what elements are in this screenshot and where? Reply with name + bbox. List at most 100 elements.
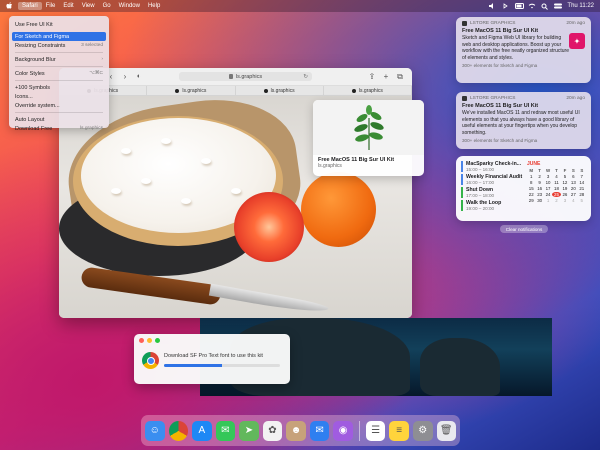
calendar-day[interactable]: 7 [578, 174, 586, 179]
photos-icon[interactable]: ✿ [262, 420, 283, 441]
calendar-grid: M T W T F S S 1 2 3 4 5 6 7 8 9 10 11 12 13 14 15 16 17 18 19 20 21… [527, 168, 586, 203]
calendar-day[interactable]: 1 [544, 198, 552, 203]
wifi-icon[interactable] [528, 3, 536, 9]
calendar-day[interactable]: 2 [552, 198, 560, 203]
menu-item-resizing-constraints[interactable]: Resizing Constraints 3 selected [12, 41, 106, 50]
calendar-day[interactable]: 18 [552, 186, 560, 191]
calendar-event[interactable]: Shut Down 17:00 – 18:00 [461, 187, 523, 198]
menu-item-symbols[interactable]: +100 Symbols [12, 83, 106, 92]
weekday-header: T [538, 168, 541, 173]
calendar-day[interactable]: 28 [578, 192, 586, 197]
calendar-day[interactable]: 5 [561, 174, 569, 179]
forward-button[interactable]: › [121, 72, 129, 81]
menu-edit[interactable]: Edit [59, 2, 77, 10]
calendar-day[interactable]: 11 [552, 180, 560, 185]
calendar-day-today[interactable]: 25 [552, 192, 561, 197]
new-tab-button[interactable]: + [382, 72, 390, 81]
zoom-button[interactable] [155, 338, 160, 343]
mail-icon[interactable]: ✉ [309, 420, 330, 441]
calendar-day[interactable]: 8 [527, 180, 535, 185]
menu-item-auto-layout[interactable]: Auto Layout [12, 115, 106, 124]
calendar-day[interactable]: 4 [569, 198, 577, 203]
calendar-day[interactable]: 30 [535, 198, 543, 203]
menu-window[interactable]: Window [115, 2, 144, 10]
calendar-day[interactable]: 5 [578, 198, 586, 203]
menu-file[interactable]: File [42, 2, 60, 10]
share-icon[interactable]: ⇪ [368, 72, 376, 81]
calendar-day[interactable]: 4 [552, 174, 560, 179]
calendar-day[interactable]: 24 [544, 192, 552, 197]
tab-4[interactable]: ls.graphics [324, 86, 412, 95]
calendar-day[interactable]: 12 [561, 180, 569, 185]
calendar-day[interactable]: 10 [544, 180, 552, 185]
calendar-event[interactable]: Weekly Financial Audit 16:00 – 17:00 [461, 174, 523, 185]
notification-2[interactable]: LSTORE GRAPHICS 20m ago Free MacOS 11 Bi… [456, 92, 591, 149]
search-icon[interactable] [541, 3, 549, 10]
menu-item-background-blur[interactable]: Background Blur › [12, 55, 106, 64]
calendar-day[interactable]: 17 [544, 186, 552, 191]
calendar-day[interactable]: 21 [578, 186, 586, 191]
menu-view[interactable]: View [78, 2, 99, 10]
calendar-day[interactable]: 20 [569, 186, 577, 191]
download-message: Download SF Pro Text font to use this ki… [164, 353, 263, 359]
chrome-icon[interactable] [168, 420, 189, 441]
calendar-day[interactable]: 29 [527, 198, 535, 203]
messages-icon[interactable]: ✉ [215, 420, 236, 441]
menu-item-color-styles[interactable]: Color Styles ⌥⌘C [12, 69, 106, 78]
clear-notifications-button[interactable]: Clear notifications [500, 225, 548, 233]
calendar-day[interactable]: 26 [561, 192, 569, 197]
minimize-button[interactable] [147, 338, 152, 343]
notification-1[interactable]: LSTORE GRAPHICS 20m ago Free MacOS 11 Bi… [456, 17, 591, 83]
link-preview-card[interactable]: Free MacOS 11 Big Sur UI Kit ls.graphics [313, 100, 424, 176]
shield-icon[interactable]: ◐ [135, 73, 143, 80]
menu-item-shortcut: ⌥⌘C [89, 71, 103, 76]
reminders-icon[interactable]: ☰ [365, 420, 386, 441]
battery-icon[interactable] [515, 3, 525, 9]
trash-icon[interactable]: 🗑 [436, 420, 457, 441]
maps-icon[interactable]: ➤ [239, 420, 259, 441]
menu-item-icons[interactable]: Icons... [12, 92, 106, 101]
calendar-day[interactable]: 6 [569, 174, 577, 179]
volume-icon[interactable] [489, 3, 496, 9]
calendar-day[interactable]: 2 [535, 174, 543, 179]
calendar-day[interactable]: 3 [561, 198, 569, 203]
calendar-event[interactable]: Walk the Loop 19:00 – 20:00 [461, 200, 523, 211]
app-store-icon[interactable]: A [192, 420, 212, 441]
menu-safari[interactable]: Safari [18, 2, 42, 10]
calendar-day[interactable]: 27 [569, 192, 577, 197]
calendar-day[interactable]: 1 [527, 174, 535, 179]
tab-2[interactable]: ls.graphics [147, 86, 236, 95]
calendar-event[interactable]: MacSparky Check-in... 15:00 – 16:00 [461, 161, 523, 172]
system-preferences-icon[interactable]: ⚙ [412, 420, 433, 441]
calendar-widget[interactable]: MacSparky Check-in... 15:00 – 16:00 Week… [456, 156, 591, 221]
notes-icon[interactable]: ≡ [389, 420, 409, 441]
menubar-clock[interactable]: Thu 11:22 [567, 3, 594, 9]
calendar-day[interactable]: 13 [569, 180, 577, 185]
calendar-day[interactable]: 22 [527, 192, 535, 197]
menu-item-for-sketch-and-figma[interactable]: For Sketch and Figma [12, 32, 106, 41]
weekday-header: F [563, 168, 567, 173]
tab-overview-icon[interactable]: ⧉ [396, 72, 404, 82]
bluetooth-icon[interactable] [502, 3, 509, 9]
calendar-day[interactable]: 3 [544, 174, 552, 179]
address-bar[interactable]: ls.graphics ↻ [179, 72, 312, 81]
calendar-day[interactable]: 9 [535, 180, 543, 185]
menu-item-download-free[interactable]: Download Free ls.graphics [12, 124, 106, 133]
menu-item-use-free-ui-kit[interactable]: Use Free UI Kit [12, 20, 106, 29]
reload-icon[interactable]: ↻ [303, 74, 308, 80]
tab-3[interactable]: ls.graphics [236, 86, 324, 95]
calendar-day[interactable]: 19 [561, 186, 569, 191]
apple-menu-icon[interactable] [6, 2, 14, 10]
menu-go[interactable]: Go [99, 2, 115, 10]
control-center-icon[interactable] [554, 3, 563, 9]
menu-item-override-system[interactable]: Override system... [12, 101, 106, 110]
calendar-day[interactable]: 15 [527, 186, 535, 191]
contacts-icon[interactable]: ☻ [286, 420, 306, 441]
podcasts-icon[interactable]: ◉ [333, 420, 353, 441]
close-button[interactable] [139, 338, 144, 343]
finder-icon[interactable]: ☺ [144, 420, 165, 441]
menu-help[interactable]: Help [144, 2, 164, 10]
calendar-day[interactable]: 16 [535, 186, 543, 191]
calendar-day[interactable]: 23 [535, 192, 543, 197]
calendar-day[interactable]: 14 [578, 180, 586, 185]
